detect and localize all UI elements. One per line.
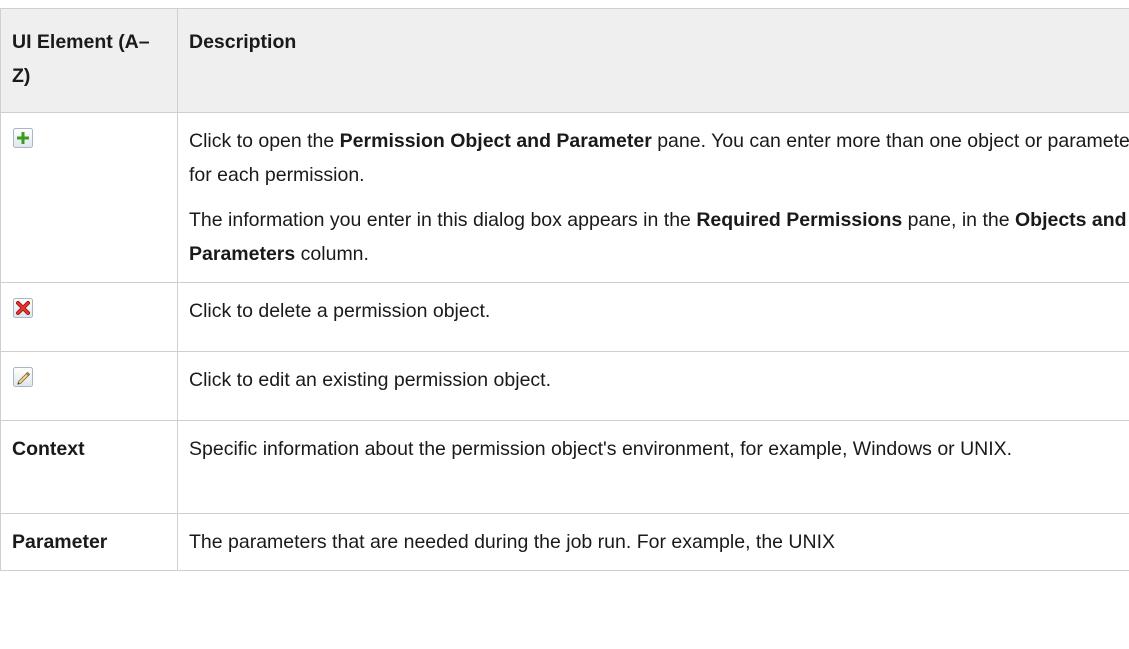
ui-element-cell: Parameter	[0, 513, 178, 571]
description-cell: Click to edit an existing permission obj…	[177, 351, 1129, 421]
table-row: Context Specific information about the p…	[0, 420, 1129, 514]
description-paragraph: Click to open the Permission Object and …	[189, 130, 1129, 186]
description-cell: Click to delete a permission object.	[177, 282, 1129, 352]
ui-element-cell: Context	[0, 420, 178, 514]
table-header-row: UI Element (A–Z) Description	[0, 8, 1129, 113]
delete-icon	[12, 296, 34, 318]
table-row: Click to delete a permission object.	[0, 282, 1129, 352]
add-icon	[12, 126, 34, 148]
ui-element-cell	[0, 282, 178, 352]
pane-name: Required Permissions	[696, 209, 903, 231]
header-ui-element: UI Element (A–Z)	[0, 8, 178, 113]
ui-elements-table: UI Element (A–Z) Description Click to op…	[0, 8, 1129, 571]
header-description: Description	[177, 8, 1129, 113]
table-row: Click to edit an existing permission obj…	[0, 351, 1129, 421]
description-cell: Specific information about the permissio…	[177, 420, 1129, 514]
table-row: Parameter The parameters that are needed…	[0, 513, 1129, 571]
description-paragraph: The information you enter in this dialog…	[189, 209, 1127, 265]
table-row: Click to open the Permission Object and …	[0, 112, 1129, 283]
description-cell: Click to open the Permission Object and …	[177, 112, 1129, 283]
edit-icon	[12, 365, 34, 387]
description-cell: The parameters that are needed during th…	[177, 513, 1129, 571]
ui-element-cell	[0, 351, 178, 421]
ui-element-cell	[0, 112, 178, 283]
pane-name: Permission Object and Parameter	[339, 130, 652, 152]
